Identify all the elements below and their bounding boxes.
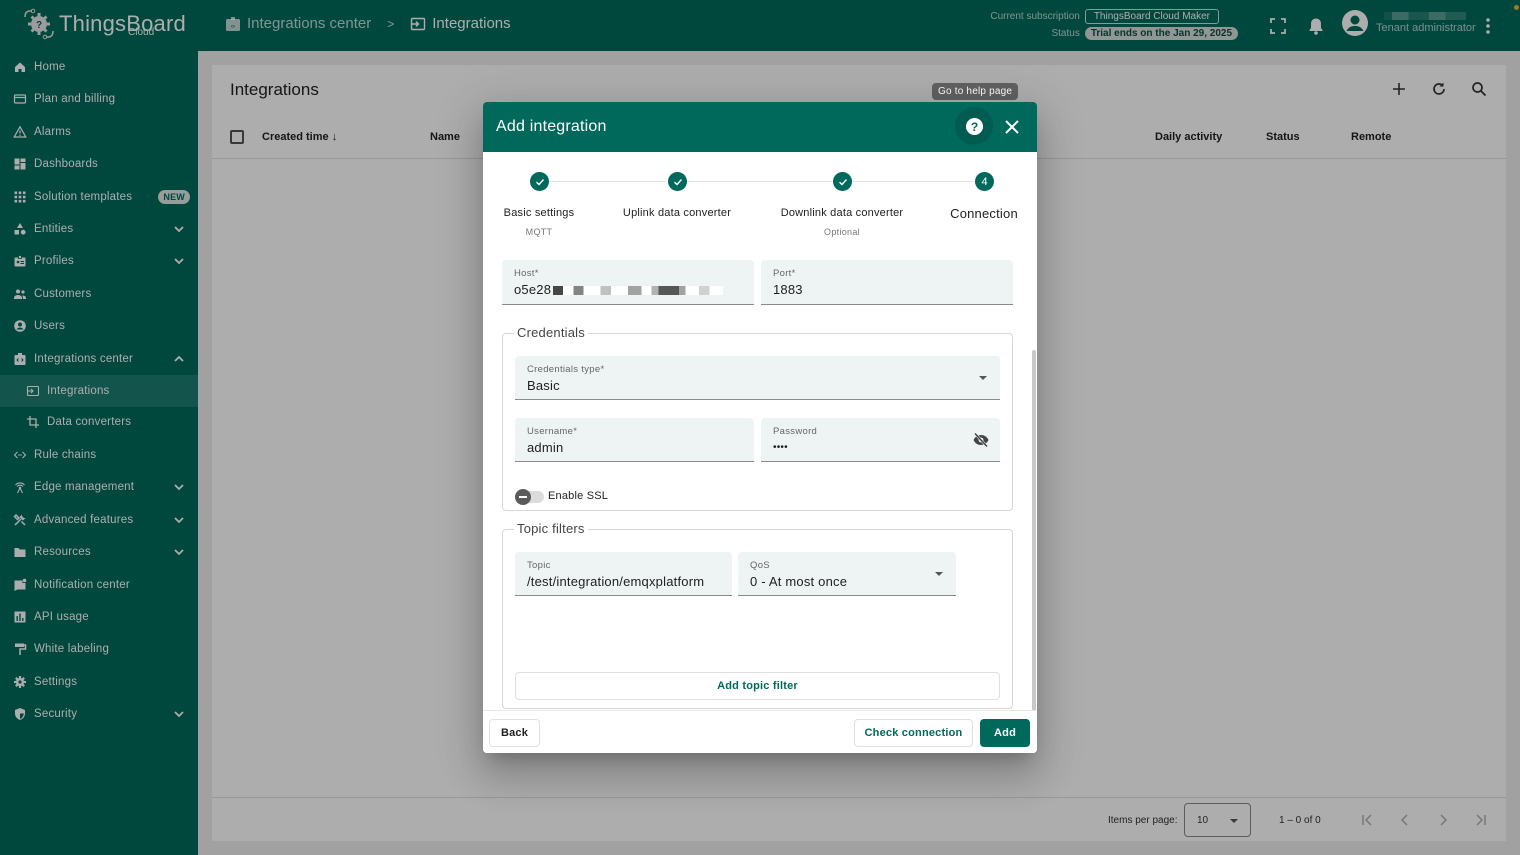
step-2-done[interactable] <box>668 172 687 191</box>
dialog-body: Host* o5e28 Port* 1883 Credentials Crede… <box>483 250 1037 710</box>
password-value: •••• <box>773 442 788 453</box>
enable-ssl-label: Enable SSL <box>548 490 609 502</box>
check-connection-button[interactable]: Check connection <box>854 719 973 747</box>
check-icon <box>673 178 682 185</box>
dialog-scrollbar-thumb[interactable] <box>1032 350 1036 710</box>
password-field[interactable]: Password •••• <box>761 418 1000 462</box>
stepper: 4 Basic settings MQTT Uplink data conver… <box>483 152 1037 250</box>
credentials-section: Credentials Credentials type* Basic User… <box>502 325 1013 511</box>
dropdown-caret-icon <box>979 376 987 380</box>
topic-value: /test/integration/emqxplatform <box>527 574 705 589</box>
username-field[interactable]: Username* admin <box>515 418 754 462</box>
dialog-title: Add integration <box>496 118 607 135</box>
step-connector <box>549 181 666 182</box>
step-4-current[interactable]: 4 <box>975 172 994 191</box>
dialog-header: Add integration ? <box>483 102 1037 152</box>
host-field[interactable]: Host* o5e28 <box>502 260 754 305</box>
topic-field[interactable]: Topic /test/integration/emqxplatform <box>515 552 732 596</box>
credentials-type-value: Basic <box>527 378 560 393</box>
check-icon <box>535 178 544 185</box>
credentials-legend: Credentials <box>514 325 588 340</box>
visibility-off-icon[interactable] <box>972 431 990 449</box>
port-value: 1883 <box>773 282 803 297</box>
step-connector <box>853 181 974 182</box>
back-button[interactable]: Back <box>489 719 540 747</box>
svg-text:?: ? <box>970 119 978 133</box>
step-3-done[interactable] <box>833 172 852 191</box>
step-sublabel: MQTT <box>525 227 553 237</box>
credentials-type-select[interactable]: Credentials type* Basic <box>515 356 1000 400</box>
dropdown-caret-icon <box>935 572 943 576</box>
add-button[interactable]: Add <box>980 719 1030 747</box>
check-icon <box>838 178 847 185</box>
step-1-done[interactable] <box>530 172 549 191</box>
dialog-footer: Back Check connection Add <box>483 710 1037 753</box>
step-connector <box>687 181 832 182</box>
close-icon[interactable] <box>1002 117 1022 137</box>
port-field[interactable]: Port* 1883 <box>761 260 1013 305</box>
host-redacted <box>553 286 724 296</box>
step-label: Uplink data converter <box>622 207 732 219</box>
topic-filters-legend: Topic filters <box>514 521 588 536</box>
step-label: Downlink data converter <box>780 207 904 219</box>
add-topic-filter-button[interactable]: Add topic filter <box>515 672 1000 700</box>
qos-select[interactable]: QoS 0 - At most once <box>738 552 956 596</box>
host-value: o5e28 <box>514 282 552 297</box>
add-integration-dialog: Add integration ? 4 Basic settings MQTT … <box>483 102 1037 753</box>
step-sublabel: Optional <box>824 227 860 237</box>
help-button[interactable]: ? <box>955 107 993 145</box>
help-tooltip: Go to help page <box>932 83 1019 100</box>
step-label: Connection <box>950 206 1018 221</box>
qos-value: 0 - At most once <box>750 574 848 589</box>
enable-ssl-toggle[interactable] <box>515 489 544 505</box>
help-icon: ? <box>965 117 983 135</box>
username-value: admin <box>527 440 564 455</box>
step-label: Basic settings <box>503 207 575 219</box>
